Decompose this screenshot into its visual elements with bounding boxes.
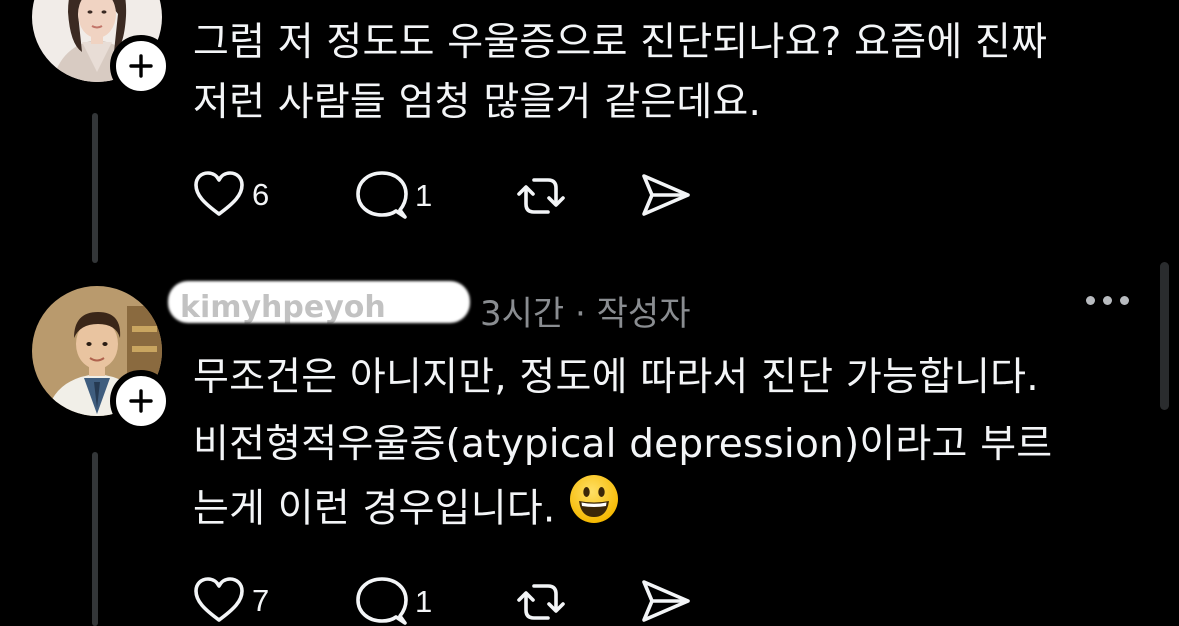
heart-icon: [194, 577, 244, 622]
post2-text-line-1: 무조건은 아니지만, 정도에 따라서 진단 가능합니다.: [193, 355, 1039, 400]
repost-button-post1[interactable]: [514, 170, 568, 222]
post2-text-line-2: 비전형적우울증(atypical depression)이라고 부르: [193, 422, 1053, 467]
reply-count-post2: 1: [415, 584, 433, 619]
plus-icon: [129, 54, 153, 78]
like-count-post2: 7: [252, 583, 270, 618]
plus-icon: [129, 389, 153, 413]
repost-button-post2[interactable]: [514, 576, 568, 626]
reply-button-post2[interactable]: 1: [355, 576, 432, 626]
post2-text-line-3: 는게 이런 경우입니다.: [193, 486, 556, 532]
author-tag: 작성자: [596, 294, 691, 334]
more-options-button[interactable]: [1086, 296, 1129, 305]
meta-separator: ·: [575, 294, 586, 334]
like-button-post1[interactable]: 6: [192, 170, 269, 220]
like-button-post2[interactable]: 7: [192, 576, 269, 626]
repost-icon: [517, 584, 565, 620]
scrollbar[interactable]: [1160, 262, 1169, 410]
follow-button-post2[interactable]: [110, 370, 172, 432]
post2-meta: 3시간 · 작성자: [480, 286, 690, 335]
send-icon: [642, 174, 690, 216]
repost-icon: [517, 178, 565, 214]
comment-icon: [356, 577, 408, 625]
follow-button-post1[interactable]: [110, 35, 172, 97]
like-count-post1: 6: [252, 177, 270, 212]
send-icon: [642, 580, 690, 622]
post1-text-line-2: 저런 사람들 엄청 많을거 같은데요.: [193, 80, 762, 125]
share-button-post1[interactable]: [638, 170, 692, 220]
post1-text-line-1: 그럼 저 정도도 우울증으로 진단되나요? 요즘에 진짜: [193, 20, 1048, 65]
thread-line-post1: [92, 113, 98, 263]
post-time: 3시간: [480, 294, 565, 334]
heart-icon: [194, 171, 244, 216]
grinning-face-emoji: [568, 473, 620, 541]
share-button-post2[interactable]: [638, 576, 692, 626]
comment-icon: [356, 171, 408, 219]
post2-text-line-3-wrap: 는게 이런 경우입니다.: [193, 475, 620, 541]
username[interactable]: kimyhpeyoh: [180, 290, 460, 325]
reply-button-post1[interactable]: 1: [355, 170, 432, 222]
thread-line-post2: [92, 452, 98, 626]
more-horizontal-icon: [1086, 296, 1095, 305]
reply-count-post1: 1: [415, 178, 433, 213]
